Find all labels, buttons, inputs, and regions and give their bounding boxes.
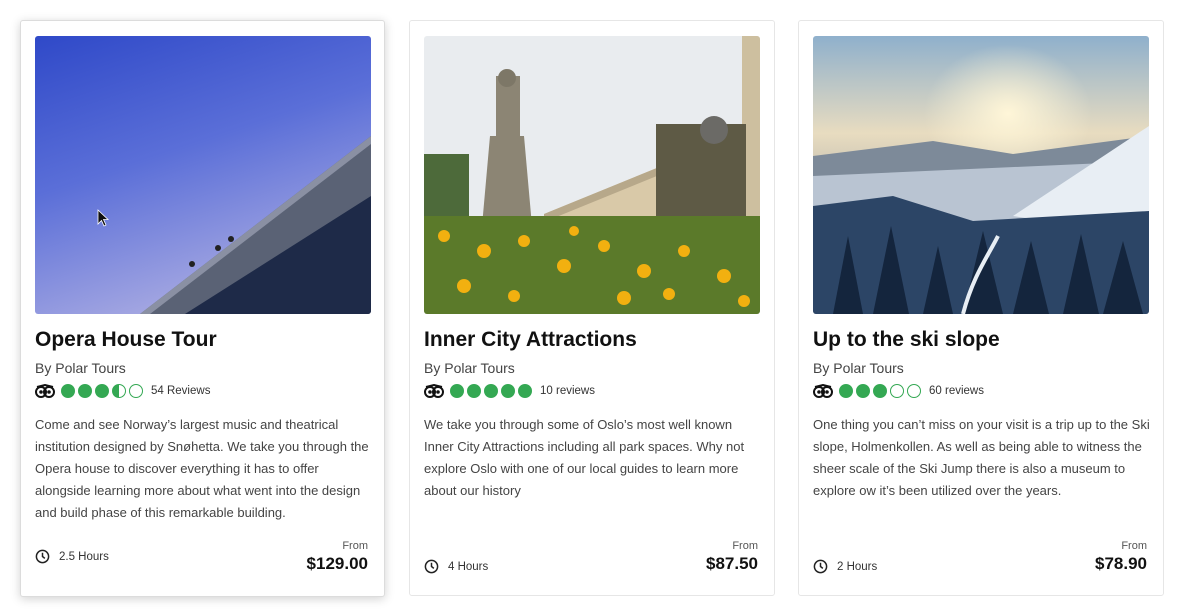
tour-card-opera-house[interactable]: Opera House Tour By Polar Tours 54 Revie…: [20, 20, 385, 597]
opera-house-photo[interactable]: [35, 36, 371, 314]
tour-description: We take you through some of Oslo’s most …: [424, 417, 745, 498]
tour-duration: 2 Hours: [813, 559, 877, 574]
tour-duration: 2.5 Hours: [35, 549, 109, 564]
rating-dot-icon: [856, 384, 870, 398]
tour-description: One thing you can’t miss on your visit i…: [813, 417, 1150, 498]
rating-dot-icon: [61, 384, 75, 398]
rating-dot-icon: [839, 384, 853, 398]
review-count[interactable]: 60 reviews: [929, 385, 984, 397]
rating-dot-icon: [129, 384, 143, 398]
rating-dot-icon: [501, 384, 515, 398]
ski-slope-photo[interactable]: [813, 36, 1149, 314]
rating-dot-icon: [484, 384, 498, 398]
rating-dot-icon: [78, 384, 92, 398]
from-label: From: [732, 540, 758, 552]
clock-icon: [35, 549, 50, 564]
tour-operator: By Polar Tours: [35, 360, 126, 376]
statue-garden-photo[interactable]: [424, 36, 760, 314]
tour-card-ski-slope[interactable]: Up to the ski slope By Polar Tours 60 re…: [798, 20, 1164, 596]
tour-price: $87.50: [706, 554, 758, 573]
rating-dot-icon: [518, 384, 532, 398]
tour-title[interactable]: Up to the ski slope: [813, 328, 1000, 352]
tour-card-inner-city[interactable]: Inner City Attractions By Polar Tours 10…: [409, 20, 775, 596]
rating-dot-icon: [112, 384, 126, 398]
duration-label: 4 Hours: [448, 560, 489, 573]
tour-operator: By Polar Tours: [424, 360, 515, 376]
rating-dot-icon: [450, 384, 464, 398]
from-label: From: [1121, 540, 1147, 552]
rating-dot-icon: [890, 384, 904, 398]
duration-label: 2.5 Hours: [59, 550, 109, 563]
rating-dot-icon: [467, 384, 481, 398]
review-count[interactable]: 10 reviews: [540, 385, 595, 397]
rating-row: 10 reviews: [424, 383, 595, 399]
duration-label: 2 Hours: [837, 560, 878, 573]
clock-icon: [813, 559, 828, 574]
owl-icon: [813, 384, 833, 398]
rating-row: 54 Reviews: [35, 383, 210, 399]
review-count[interactable]: 54 Reviews: [151, 385, 210, 397]
from-label: From: [342, 540, 368, 552]
rating-dot-icon: [907, 384, 921, 398]
tour-title[interactable]: Inner City Attractions: [424, 328, 637, 352]
tour-price: $78.90: [1095, 554, 1147, 573]
owl-icon: [424, 384, 444, 398]
tour-operator: By Polar Tours: [813, 360, 904, 376]
rating-dot-icon: [873, 384, 887, 398]
tour-description: Come and see Norway’s largest music and …: [35, 417, 369, 520]
rating-row: 60 reviews: [813, 383, 984, 399]
clock-icon: [424, 559, 439, 574]
rating-dot-icon: [95, 384, 109, 398]
tour-duration: 4 Hours: [424, 559, 488, 574]
tour-title[interactable]: Opera House Tour: [35, 328, 217, 352]
owl-icon: [35, 384, 55, 398]
tour-price: $129.00: [306, 554, 368, 573]
mouse-cursor-icon: [97, 209, 109, 227]
